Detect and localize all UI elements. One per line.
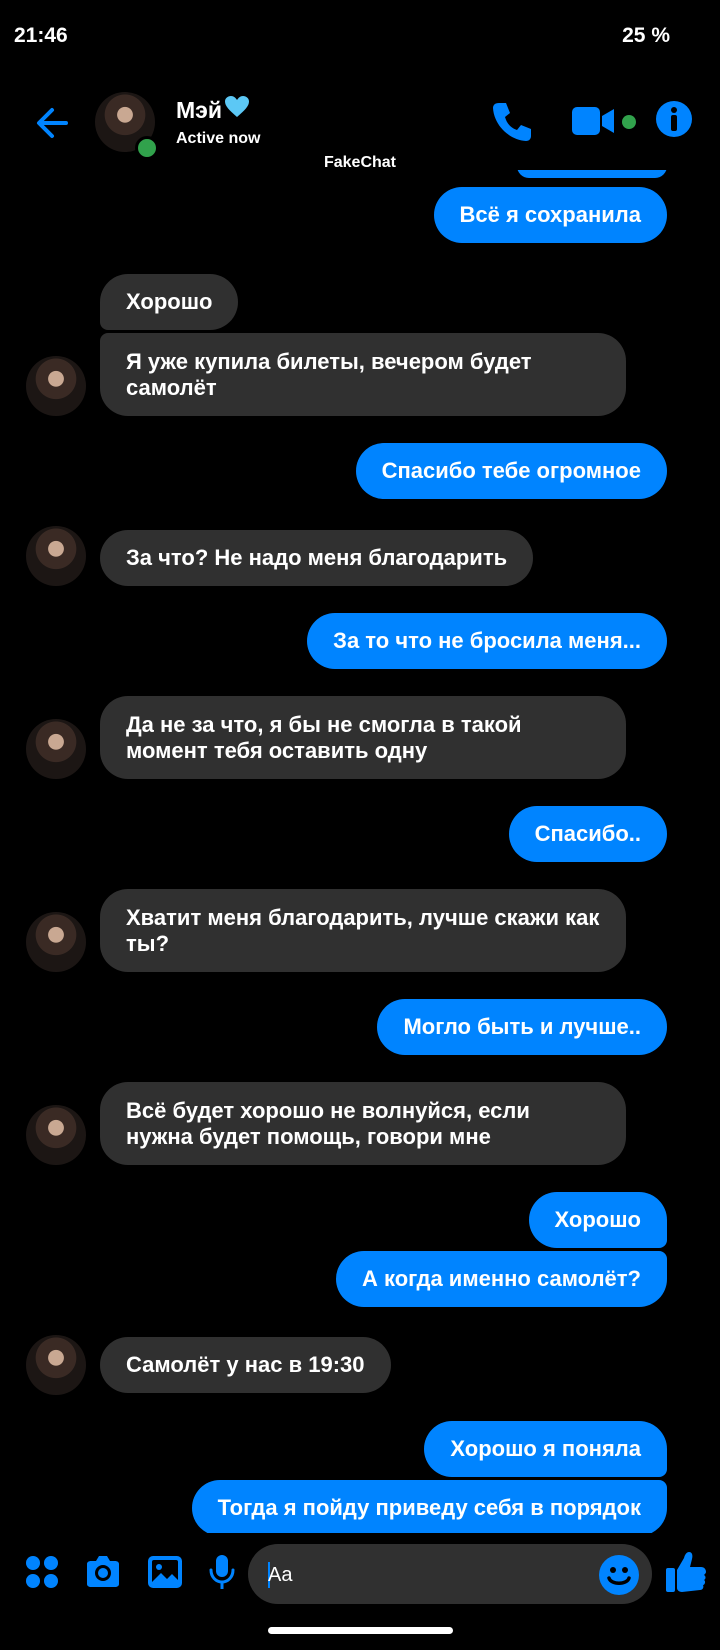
home-indicator[interactable] (268, 1627, 453, 1634)
phone-icon[interactable] (490, 99, 534, 143)
sender-avatar[interactable] (26, 356, 86, 416)
message-incoming[interactable]: Хватит меня благодарить, лучше скажи как… (100, 889, 626, 972)
apps-grid-icon[interactable] (22, 1552, 62, 1592)
active-indicator (622, 115, 636, 129)
message-outgoing[interactable]: Хорошо (528, 1192, 667, 1248)
blue-heart-icon (225, 96, 249, 117)
sender-avatar[interactable] (26, 1105, 86, 1165)
gallery-icon[interactable] (145, 1552, 185, 1592)
message-outgoing[interactable]: Спасибо.. (508, 806, 667, 862)
message-outgoing[interactable]: А когда именно самолёт? (336, 1251, 667, 1307)
contact-name[interactable]: Мэй (176, 97, 222, 124)
message-outgoing[interactable]: Хорошо я поняла (424, 1421, 667, 1477)
sender-avatar[interactable] (26, 912, 86, 972)
battery-level: 25 % (622, 24, 670, 47)
sender-avatar[interactable] (26, 526, 86, 586)
thumbs-up-icon[interactable] (664, 1550, 708, 1594)
status-time: 21:46 (14, 24, 69, 48)
message-incoming[interactable]: Самолёт у нас в 19:30 (100, 1337, 391, 1393)
message-incoming[interactable]: За что? Не надо меня благодарить (100, 530, 534, 586)
message-input[interactable]: Aa (248, 1544, 652, 1604)
message-outgoing[interactable]: За то что не бросила меня... (307, 613, 667, 669)
sender-avatar[interactable] (26, 719, 86, 779)
message-outgoing[interactable]: Тогда я пойду приведу себя в порядок (191, 1480, 667, 1533)
video-camera-icon[interactable] (570, 103, 618, 139)
message-outgoing[interactable]: Спасибо тебе огромное (355, 443, 667, 499)
composer-bar: Aa (0, 1540, 720, 1608)
camera-icon[interactable] (83, 1552, 123, 1592)
previous-message-edge (517, 170, 667, 178)
info-icon[interactable] (655, 100, 693, 138)
message-incoming[interactable]: Всё будет хорошо не волнуйся, если нужна… (100, 1082, 626, 1165)
message-incoming[interactable]: Да не за что, я бы не смогла в такой мом… (100, 696, 626, 779)
sender-avatar[interactable] (26, 1335, 86, 1395)
emoji-icon[interactable] (598, 1554, 640, 1596)
message-outgoing[interactable]: Могло быть и лучше.. (377, 999, 667, 1055)
microphone-icon[interactable] (202, 1552, 242, 1592)
message-incoming[interactable]: Я уже купила билеты, вечером будет самол… (100, 333, 626, 416)
message-outgoing[interactable]: Всё я сохранила (433, 187, 667, 243)
chat-header: Мэй Active now (0, 85, 720, 160)
contact-status: Active now (176, 130, 261, 147)
message-list: Всё я сохранила Хорошо Я уже купила биле… (0, 170, 720, 1533)
message-input-placeholder: Aa (268, 1564, 293, 1586)
back-arrow-icon[interactable] (32, 103, 72, 143)
message-incoming[interactable]: Хорошо (100, 274, 239, 330)
